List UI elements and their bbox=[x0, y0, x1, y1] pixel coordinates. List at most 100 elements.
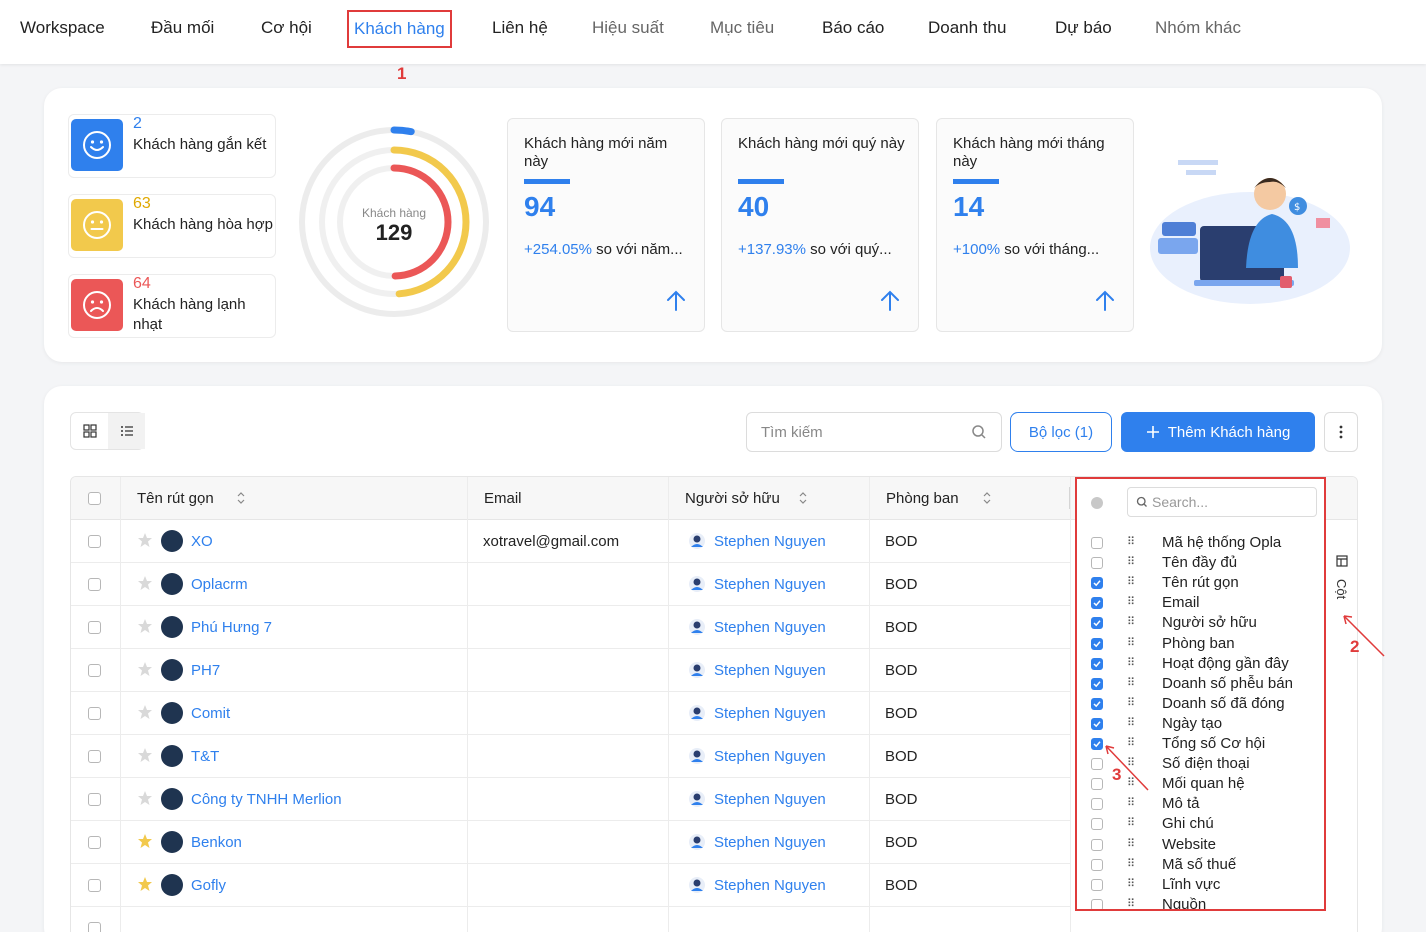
column-visibility-checkbox[interactable] bbox=[1091, 778, 1103, 791]
table-row[interactable]: Oplacrm Stephen Nguyen BOD bbox=[71, 563, 1071, 606]
column-search-input[interactable] bbox=[1152, 493, 1302, 511]
tab-other-groups[interactable]: Nhóm khác bbox=[1155, 18, 1241, 38]
column-option[interactable]: ⠿ Tên rút gọn bbox=[1077, 573, 1324, 593]
column-visibility-checkbox[interactable] bbox=[1091, 818, 1103, 831]
column-option[interactable]: ⠿ Mã hệ thống Opla bbox=[1077, 533, 1324, 553]
tab-reports[interactable]: Báo cáo bbox=[822, 18, 884, 38]
drag-handle-icon[interactable]: ⠿ bbox=[1127, 776, 1135, 789]
drag-handle-icon[interactable]: ⠿ bbox=[1127, 716, 1135, 729]
star-icon[interactable] bbox=[137, 618, 153, 634]
drag-handle-icon[interactable]: ⠿ bbox=[1127, 816, 1135, 829]
owner-name-link[interactable]: Stephen Nguyen bbox=[714, 533, 826, 550]
customer-name-link[interactable]: Oplacrm bbox=[191, 576, 248, 593]
columns-side-tab[interactable]: Cột bbox=[1330, 555, 1354, 615]
column-header-department[interactable]: Phòng ban bbox=[886, 490, 959, 507]
column-option[interactable]: ⠿ Phòng ban bbox=[1077, 634, 1324, 654]
column-option[interactable]: ⠿ Tổng số Cơ hội bbox=[1077, 734, 1324, 754]
column-visibility-checkbox[interactable] bbox=[1091, 898, 1103, 909]
customer-name-link[interactable]: PH7 bbox=[191, 662, 220, 679]
owner-name-link[interactable]: Stephen Nguyen bbox=[714, 662, 826, 679]
tab-goals[interactable]: Mục tiêu bbox=[710, 18, 774, 38]
select-all-checkbox[interactable] bbox=[88, 492, 101, 505]
drag-handle-icon[interactable]: ⠿ bbox=[1127, 676, 1135, 689]
tab-contacts[interactable]: Liên hệ bbox=[492, 18, 548, 38]
column-visibility-checkbox[interactable] bbox=[1091, 557, 1103, 570]
search-input[interactable] bbox=[761, 421, 961, 443]
drag-handle-icon[interactable]: ⠿ bbox=[1127, 857, 1135, 870]
harmonious-customers-card[interactable]: 63 Khách hàng hòa hợp bbox=[68, 194, 276, 258]
star-icon[interactable] bbox=[137, 747, 153, 763]
add-customer-button[interactable]: Thêm Khách hàng bbox=[1121, 412, 1315, 452]
owner-name-link[interactable]: Stephen Nguyen bbox=[714, 877, 826, 894]
drag-handle-icon[interactable]: ⠿ bbox=[1127, 897, 1135, 909]
column-option[interactable]: ⠿ Website bbox=[1077, 835, 1324, 855]
row-checkbox[interactable] bbox=[88, 836, 101, 849]
grid-view-button[interactable] bbox=[71, 413, 108, 449]
row-checkbox[interactable] bbox=[88, 535, 101, 548]
customer-name-link[interactable]: Công ty TNHH Merlion bbox=[191, 791, 342, 808]
row-checkbox[interactable] bbox=[88, 793, 101, 806]
tab-opportunities[interactable]: Cơ hội bbox=[261, 18, 312, 38]
drag-handle-icon[interactable]: ⠿ bbox=[1127, 837, 1135, 850]
column-option[interactable]: ⠿ Doanh số phễu bán bbox=[1077, 674, 1324, 694]
drag-handle-icon[interactable]: ⠿ bbox=[1127, 636, 1135, 649]
drag-handle-icon[interactable]: ⠿ bbox=[1127, 736, 1135, 749]
column-visibility-checkbox[interactable] bbox=[1091, 537, 1103, 549]
column-header-owner[interactable]: Người sở hữu bbox=[685, 490, 780, 507]
column-option[interactable]: ⠿ Ngày tạo bbox=[1077, 714, 1324, 734]
toggle-all-columns-checkbox[interactable] bbox=[1091, 497, 1103, 509]
column-option[interactable]: ⠿ Email bbox=[1077, 593, 1324, 613]
star-icon[interactable] bbox=[137, 575, 153, 591]
customer-name-link[interactable]: Comit bbox=[191, 705, 230, 722]
column-visibility-checkbox[interactable] bbox=[1091, 758, 1103, 771]
drag-handle-icon[interactable]: ⠿ bbox=[1127, 595, 1135, 608]
sort-icon[interactable] bbox=[983, 491, 991, 505]
sort-icon[interactable] bbox=[237, 491, 245, 505]
column-option[interactable]: ⠿ Lĩnh vực bbox=[1077, 875, 1324, 895]
column-visibility-checkbox[interactable] bbox=[1091, 838, 1103, 851]
owner-name-link[interactable]: Stephen Nguyen bbox=[714, 619, 826, 636]
list-view-button[interactable] bbox=[108, 413, 145, 449]
row-checkbox[interactable] bbox=[88, 879, 101, 892]
tab-customers[interactable]: Khách hàng bbox=[347, 10, 452, 48]
customer-name-link[interactable]: Benkon bbox=[191, 834, 242, 851]
column-visibility-checkbox[interactable] bbox=[1091, 657, 1103, 670]
owner-name-link[interactable]: Stephen Nguyen bbox=[714, 791, 826, 808]
tab-leads[interactable]: Đầu mối bbox=[151, 18, 214, 38]
column-visibility-checkbox[interactable] bbox=[1091, 738, 1103, 750]
star-icon[interactable] bbox=[137, 876, 153, 892]
drag-handle-icon[interactable]: ⠿ bbox=[1127, 696, 1135, 709]
column-visibility-checkbox[interactable] bbox=[1091, 637, 1103, 650]
star-icon[interactable] bbox=[137, 704, 153, 720]
tab-workspace[interactable]: Workspace bbox=[20, 18, 105, 38]
column-option[interactable]: ⠿ Nguồn bbox=[1077, 895, 1324, 909]
table-row[interactable]: Công ty TNHH Merlion Stephen Nguyen BOD bbox=[71, 778, 1071, 821]
column-option[interactable]: ⠿ Người sở hữu bbox=[1077, 613, 1324, 633]
column-option[interactable]: ⠿ Tên đầy đủ bbox=[1077, 553, 1324, 573]
table-row[interactable]: T&T Stephen Nguyen BOD bbox=[71, 735, 1071, 778]
row-checkbox[interactable] bbox=[88, 750, 101, 763]
row-checkbox[interactable] bbox=[88, 578, 101, 591]
drag-handle-icon[interactable]: ⠿ bbox=[1127, 756, 1135, 769]
column-option[interactable]: ⠿ Hoạt động gần đây bbox=[1077, 654, 1324, 674]
column-visibility-checkbox[interactable] bbox=[1091, 878, 1103, 891]
owner-name-link[interactable]: Stephen Nguyen bbox=[714, 748, 826, 765]
column-visibility-checkbox[interactable] bbox=[1091, 858, 1103, 871]
more-options-button[interactable] bbox=[1324, 412, 1358, 452]
drag-handle-icon[interactable]: ⠿ bbox=[1127, 656, 1135, 669]
cold-customers-card[interactable]: 64 Khách hàng lạnh nhạt bbox=[68, 274, 276, 338]
tab-revenue[interactable]: Doanh thu bbox=[928, 18, 1006, 38]
row-checkbox[interactable] bbox=[88, 621, 101, 634]
table-row[interactable]: Gofly Stephen Nguyen BOD bbox=[71, 864, 1071, 907]
owner-name-link[interactable]: Stephen Nguyen bbox=[714, 834, 826, 851]
search-icon[interactable] bbox=[971, 424, 987, 440]
column-visibility-checkbox[interactable] bbox=[1091, 697, 1103, 710]
customer-name-link[interactable]: T&T bbox=[191, 748, 219, 765]
star-icon[interactable] bbox=[137, 532, 153, 548]
drag-handle-icon[interactable]: ⠿ bbox=[1127, 796, 1135, 809]
star-icon[interactable] bbox=[137, 661, 153, 677]
drag-handle-icon[interactable]: ⠿ bbox=[1127, 555, 1135, 568]
engaged-customers-card[interactable]: 2 Khách hàng gắn kết bbox=[68, 114, 276, 178]
drag-handle-icon[interactable]: ⠿ bbox=[1127, 877, 1135, 890]
customer-name-link[interactable]: XO bbox=[191, 533, 213, 550]
